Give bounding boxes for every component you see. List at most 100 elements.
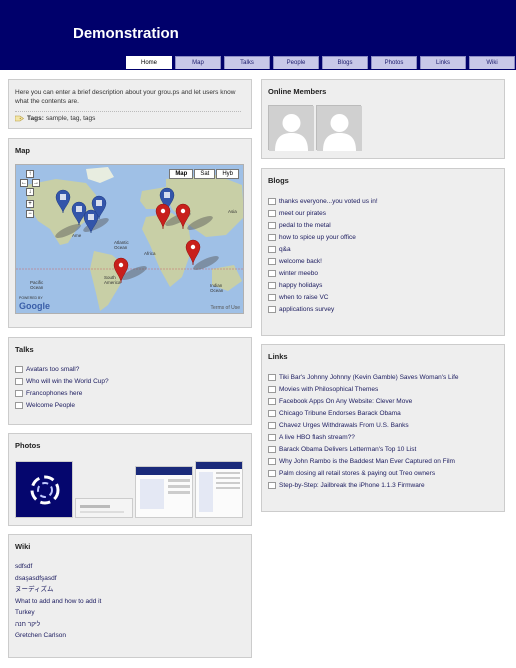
- list-item: happy holidays: [268, 279, 378, 291]
- tags-list[interactable]: sample, tag, tags: [46, 115, 96, 122]
- link-icon: [268, 409, 276, 417]
- wiki-link[interactable]: Gretchen Carlson: [15, 630, 101, 642]
- tab-map[interactable]: Map: [175, 56, 221, 69]
- tags-label: Tags:: [27, 115, 44, 122]
- tab-links[interactable]: Links: [420, 56, 466, 69]
- list-item: Step-by-Step: Jailbreak the iPhone 1.1.3…: [268, 479, 459, 491]
- tab-home[interactable]: Home: [126, 56, 172, 69]
- external-link[interactable]: Palm closing all retail stores & paying …: [279, 470, 435, 477]
- pan-down-button[interactable]: ↓: [26, 188, 34, 196]
- tags-row: Tags: sample, tag, tags: [14, 115, 96, 122]
- talk-link[interactable]: Who will win the World Cup?: [26, 378, 109, 385]
- zoom-out-button[interactable]: −: [26, 210, 34, 218]
- external-link[interactable]: Movies with Philosophical Themes: [279, 386, 378, 393]
- talk-link[interactable]: Avatars too small?: [26, 366, 79, 373]
- map-label-asia: Asia: [228, 209, 237, 214]
- map-label-atlantic: Atlantic Ocean: [114, 240, 129, 250]
- pan-up-button[interactable]: ↑: [26, 170, 34, 178]
- group-description-panel: Here you can enter a brief description a…: [8, 79, 252, 129]
- zoom-in-button[interactable]: +: [26, 200, 34, 208]
- blog-link[interactable]: applications survey: [279, 306, 334, 313]
- tab-blogs[interactable]: Blogs: [322, 56, 368, 69]
- list-item: A live HBO flash stream??: [268, 431, 459, 443]
- main-nav-tabs: Home Map Talks People Blogs Photos Links…: [126, 56, 516, 69]
- map-label-indian: Indian Ocean: [210, 283, 224, 293]
- pan-left-button[interactable]: ←: [20, 179, 28, 187]
- wiki-link[interactable]: ヌーディズム: [15, 584, 101, 596]
- wiki-link[interactable]: sdfsdf: [15, 561, 101, 573]
- external-link[interactable]: Why John Rambo is the Baddest Man Ever C…: [279, 458, 455, 465]
- link-icon: [268, 445, 276, 453]
- talk-link[interactable]: Welcome People: [26, 402, 75, 409]
- photo-thumbnail[interactable]: [15, 461, 73, 518]
- blog-icon: [268, 293, 276, 301]
- external-link[interactable]: Step-by-Step: Jailbreak the iPhone 1.1.3…: [279, 482, 425, 489]
- tab-wiki[interactable]: Wiki: [469, 56, 515, 69]
- blog-link[interactable]: when to raise VC: [279, 294, 329, 301]
- photo-thumbnail[interactable]: [135, 466, 193, 518]
- link-icon: [268, 457, 276, 465]
- photos-panel-title: Photos: [15, 441, 41, 450]
- links-list: Tiki Bar's Johnny Johnny (Kevin Gamble) …: [268, 371, 459, 491]
- blogs-panel-title: Blogs: [268, 176, 289, 185]
- list-item: Avatars too small?: [15, 363, 109, 375]
- blog-link[interactable]: q&a: [279, 246, 291, 253]
- terms-of-use-link[interactable]: Terms of Use: [211, 305, 240, 311]
- list-item: Chavez Urges Withdrawals From U.S. Banks: [268, 419, 459, 431]
- blog-link[interactable]: welcome back!: [279, 258, 322, 265]
- tab-photos[interactable]: Photos: [371, 56, 417, 69]
- external-link[interactable]: A live HBO flash stream??: [279, 434, 355, 441]
- online-members-panel: Online Members: [261, 79, 505, 159]
- list-item: q&a: [268, 243, 378, 255]
- marker-red[interactable]: [185, 239, 201, 266]
- site-header: Demonstration Home Map Talks People Blog…: [0, 0, 516, 70]
- blog-link[interactable]: thanks everyone...you voted us in!: [279, 198, 378, 205]
- powered-by-label: POWERED BY: [19, 296, 43, 300]
- talk-icon: [15, 365, 23, 373]
- map-label-south-america: South America: [104, 275, 121, 285]
- wiki-link[interactable]: Turkey: [15, 607, 101, 619]
- links-panel: Links Tiki Bar's Johnny Johnny (Kevin Ga…: [261, 344, 505, 512]
- pan-right-button[interactable]: →: [32, 179, 40, 187]
- blogs-list: thanks everyone...you voted us in! meet …: [268, 195, 378, 315]
- map-type-sat-button[interactable]: Sat: [194, 169, 216, 179]
- wiki-link[interactable]: What to add and how to add it: [15, 596, 101, 608]
- external-link[interactable]: Tiki Bar's Johnny Johnny (Kevin Gamble) …: [279, 374, 459, 381]
- external-link[interactable]: Chicago Tribune Endorses Barack Obama: [279, 410, 401, 417]
- link-icon: [268, 373, 276, 381]
- links-panel-title: Links: [268, 352, 288, 361]
- photo-thumbnail[interactable]: [195, 461, 243, 518]
- blog-link[interactable]: pedal to the metal: [279, 222, 331, 229]
- list-item: meet our pirates: [268, 207, 378, 219]
- blog-link[interactable]: meet our pirates: [279, 210, 326, 217]
- tag-icon: [14, 115, 25, 122]
- greenland-shape: [86, 167, 114, 183]
- blog-icon: [268, 245, 276, 253]
- default-avatar-icon: [317, 106, 362, 151]
- blog-icon: [268, 257, 276, 265]
- list-item: how to spice up your office: [268, 231, 378, 243]
- external-link[interactable]: Barack Obama Delivers Letterman's Top 10…: [279, 446, 416, 453]
- blog-link[interactable]: winter meebo: [279, 270, 318, 277]
- blog-link[interactable]: how to spice up your office: [279, 234, 356, 241]
- member-avatar[interactable]: [268, 105, 314, 151]
- talk-link[interactable]: Francophones here: [26, 390, 82, 397]
- external-link[interactable]: Facebook Apps On Any Website: Clever Mov…: [279, 398, 412, 405]
- site-title[interactable]: Demonstration: [73, 25, 179, 42]
- map-type-map-button[interactable]: Map: [169, 169, 194, 179]
- member-avatar[interactable]: [316, 105, 362, 151]
- photo-thumbnail[interactable]: [75, 498, 133, 518]
- tab-people[interactable]: People: [273, 56, 319, 69]
- external-link[interactable]: Chavez Urges Withdrawals From U.S. Banks: [279, 422, 409, 429]
- google-logo[interactable]: Google: [19, 301, 50, 311]
- blog-link[interactable]: happy holidays: [279, 282, 322, 289]
- wiki-link[interactable]: ליקר חנה: [15, 619, 101, 631]
- blog-icon: [268, 281, 276, 289]
- world-map[interactable]: Asia Africa Atlantic Ocean Pacific Ocean…: [15, 164, 244, 314]
- list-item: Francophones here: [15, 387, 109, 399]
- map-label-africa: Africa: [144, 251, 156, 256]
- list-item: Facebook Apps On Any Website: Clever Mov…: [268, 395, 459, 407]
- tab-talks[interactable]: Talks: [224, 56, 270, 69]
- wiki-link[interactable]: dsaşasdfşasdf: [15, 573, 101, 585]
- map-type-hyb-button[interactable]: Hyb: [216, 169, 239, 179]
